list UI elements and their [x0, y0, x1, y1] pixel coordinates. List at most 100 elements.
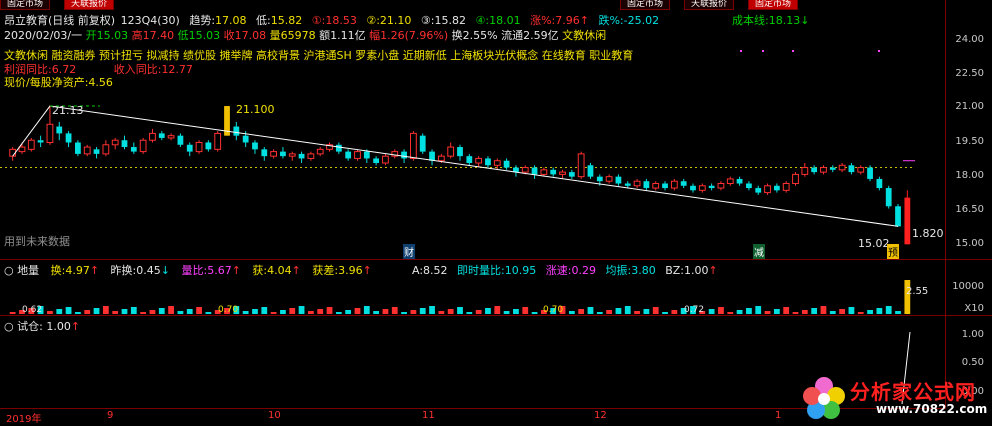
candle[interactable] — [662, 183, 668, 189]
candle[interactable] — [195, 142, 203, 153]
candle[interactable] — [75, 142, 81, 154]
candle[interactable] — [633, 180, 641, 187]
candle[interactable] — [298, 153, 305, 159]
candle[interactable] — [773, 185, 780, 191]
candle[interactable] — [242, 135, 249, 143]
candle[interactable] — [568, 172, 575, 177]
candle[interactable] — [680, 181, 687, 186]
candle[interactable] — [624, 183, 631, 186]
candle[interactable] — [233, 126, 240, 136]
candle[interactable] — [252, 142, 258, 150]
candle[interactable] — [382, 155, 389, 164]
candle[interactable] — [652, 183, 660, 189]
candle[interactable] — [550, 169, 557, 175]
candle[interactable] — [531, 167, 538, 175]
candle[interactable] — [373, 158, 380, 163]
candle[interactable] — [307, 153, 315, 159]
candle[interactable] — [280, 151, 286, 157]
candle[interactable] — [895, 206, 901, 227]
candle[interactable] — [811, 167, 818, 173]
candle[interactable] — [801, 167, 809, 175]
candle[interactable] — [493, 160, 501, 166]
candle[interactable] — [447, 146, 455, 157]
candle[interactable] — [829, 167, 836, 170]
candle[interactable] — [18, 146, 26, 153]
candle[interactable] — [848, 165, 855, 173]
candle[interactable] — [177, 135, 184, 145]
candle[interactable] — [437, 155, 445, 162]
candle[interactable] — [466, 156, 473, 163]
candle[interactable] — [419, 135, 426, 152]
candle[interactable] — [717, 183, 725, 189]
candle[interactable] — [410, 132, 417, 159]
candle[interactable] — [782, 183, 790, 191]
volume-bar — [102, 306, 109, 314]
candle[interactable] — [121, 140, 128, 148]
candle[interactable] — [904, 197, 911, 245]
candle[interactable] — [670, 180, 678, 189]
event-marker-cai[interactable]: 财 — [403, 244, 415, 259]
event-marker-yu[interactable]: 预 — [887, 244, 899, 259]
candle[interactable] — [111, 139, 119, 146]
candle[interactable] — [158, 133, 165, 138]
candle[interactable] — [102, 144, 110, 155]
candle[interactable] — [820, 167, 827, 173]
candle[interactable] — [867, 167, 873, 179]
candle[interactable] — [596, 176, 603, 182]
candle[interactable] — [792, 173, 799, 184]
candle[interactable] — [521, 167, 529, 173]
candle[interactable] — [186, 144, 193, 152]
candle[interactable] — [354, 151, 361, 159]
candle[interactable] — [93, 149, 100, 154]
candle[interactable] — [726, 178, 734, 184]
candle[interactable] — [876, 178, 883, 189]
candle[interactable] — [755, 188, 762, 193]
candle[interactable] — [746, 183, 752, 189]
candle[interactable] — [167, 135, 175, 139]
candle[interactable] — [764, 185, 771, 194]
candle[interactable] — [577, 153, 585, 178]
candle[interactable] — [457, 147, 463, 157]
candle[interactable] — [485, 158, 491, 166]
candle[interactable] — [559, 171, 566, 175]
candle[interactable] — [139, 139, 147, 153]
candle[interactable] — [363, 151, 370, 159]
candle[interactable] — [885, 188, 892, 207]
volume-bar — [839, 309, 845, 314]
candle[interactable] — [643, 181, 650, 189]
candle[interactable] — [214, 132, 222, 150]
candle[interactable] — [615, 176, 622, 184]
candle[interactable] — [857, 167, 865, 173]
candle[interactable] — [27, 139, 35, 150]
candle[interactable] — [65, 133, 72, 143]
volume-bar — [65, 307, 72, 314]
candle[interactable] — [130, 147, 137, 152]
candle[interactable] — [316, 148, 324, 155]
candle[interactable] — [540, 169, 548, 175]
candle[interactable] — [335, 144, 342, 152]
candle[interactable] — [838, 164, 846, 171]
candle[interactable] — [270, 151, 277, 157]
candle[interactable] — [205, 142, 212, 150]
candle[interactable] — [605, 176, 613, 182]
candle[interactable] — [56, 126, 63, 134]
candle[interactable] — [708, 185, 715, 189]
candle[interactable] — [46, 123, 54, 143]
candle[interactable] — [736, 178, 743, 184]
candle[interactable] — [429, 151, 435, 161]
candle[interactable] — [288, 153, 296, 157]
event-marker-jian[interactable]: 减 — [753, 244, 765, 259]
candle[interactable] — [261, 149, 268, 157]
candle[interactable] — [345, 151, 352, 159]
candle[interactable] — [149, 132, 156, 141]
candle[interactable] — [698, 185, 706, 191]
candle[interactable] — [690, 185, 696, 191]
candle[interactable] — [401, 151, 407, 159]
candle[interactable] — [587, 165, 594, 177]
candle[interactable] — [503, 160, 510, 168]
volume-chart[interactable] — [0, 260, 946, 316]
candle[interactable] — [475, 157, 483, 164]
candle[interactable] — [37, 140, 44, 143]
price-chart[interactable] — [0, 0, 946, 260]
candle[interactable] — [83, 146, 91, 155]
